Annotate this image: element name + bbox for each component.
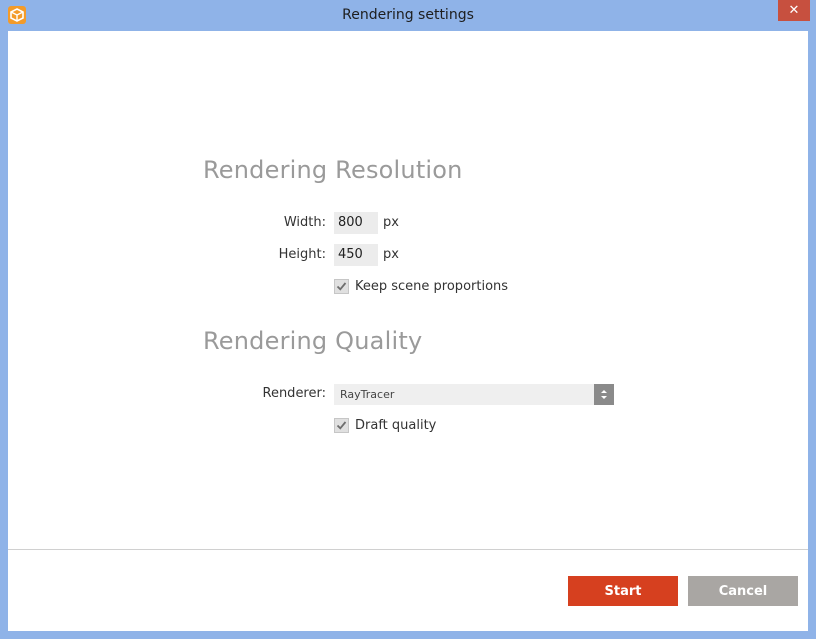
height-label: Height: bbox=[278, 247, 326, 262]
checkmark-icon bbox=[336, 421, 347, 430]
width-label: Width: bbox=[283, 215, 326, 230]
draft-quality-label[interactable]: Draft quality bbox=[355, 418, 436, 433]
width-input[interactable] bbox=[334, 212, 378, 234]
title-bar[interactable]: Rendering settings ✕ bbox=[0, 0, 816, 31]
width-unit: px bbox=[383, 215, 399, 230]
checkmark-icon bbox=[336, 282, 347, 291]
close-icon: ✕ bbox=[788, 3, 800, 18]
height-input[interactable] bbox=[334, 244, 378, 266]
draft-quality-checkbox[interactable] bbox=[334, 418, 349, 433]
keep-proportions-checkbox[interactable] bbox=[334, 279, 349, 294]
footer-divider bbox=[8, 549, 808, 550]
dialog-window: Rendering settings ✕ Rendering Resolutio… bbox=[0, 0, 816, 639]
renderer-label: Renderer: bbox=[262, 386, 327, 401]
quality-heading: Rendering Quality bbox=[203, 327, 423, 355]
cancel-button[interactable]: Cancel bbox=[688, 576, 798, 606]
resolution-heading: Rendering Resolution bbox=[203, 156, 463, 184]
window-title: Rendering settings bbox=[342, 7, 474, 23]
height-unit: px bbox=[383, 247, 399, 262]
renderer-select[interactable]: RayTracer bbox=[334, 384, 614, 405]
select-arrows-icon[interactable] bbox=[594, 384, 614, 405]
keep-proportions-label[interactable]: Keep scene proportions bbox=[355, 279, 508, 294]
renderer-select-value: RayTracer bbox=[340, 388, 395, 401]
dialog-content: Rendering Resolution Width: px Height: p… bbox=[8, 31, 808, 631]
close-button[interactable]: ✕ bbox=[778, 0, 810, 21]
start-button[interactable]: Start bbox=[568, 576, 678, 606]
